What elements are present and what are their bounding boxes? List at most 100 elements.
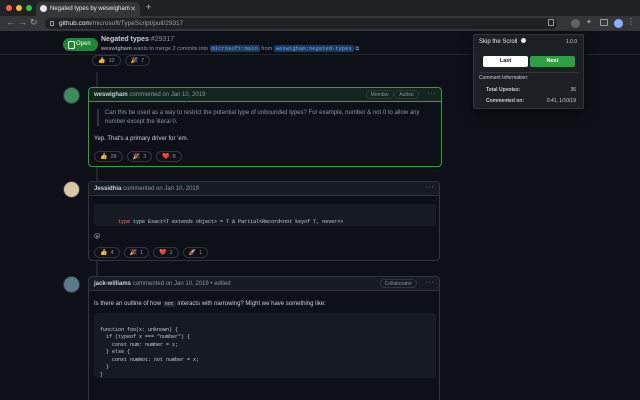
- avatar-jack-williams[interactable]: [63, 276, 80, 293]
- next-button[interactable]: Next: [530, 56, 575, 67]
- top-reactions: 👍 10 🎉 7: [92, 55, 151, 66]
- author-badge: Author: [394, 90, 419, 99]
- window-maximize-button[interactable]: [26, 5, 32, 11]
- reaction-thumbs-up[interactable]: 👍 4: [94, 247, 120, 258]
- heart-icon: ❤️: [159, 250, 167, 256]
- reload-icon[interactable]: ↻: [30, 17, 38, 28]
- timeline-line: [96, 261, 98, 276]
- window-close-button[interactable]: [6, 5, 12, 11]
- thumbs-up-icon: 👍: [100, 154, 108, 160]
- reaction-thumbs-up[interactable]: 👍 10: [92, 55, 121, 66]
- reaction-party[interactable]: 🎉 3: [126, 151, 153, 162]
- extensions-puzzle-icon[interactable]: ✦: [586, 18, 595, 27]
- comment-body: Is there an outline of how not interacts…: [94, 301, 326, 307]
- comment-reactions: 👍 28 🎉 3 ❤️ 8: [94, 151, 182, 162]
- heart-icon: ❤️: [162, 154, 170, 160]
- reaction-thumbs-up[interactable]: 👍 28: [94, 151, 123, 162]
- reaction-count: 1: [140, 249, 144, 256]
- share-icon[interactable]: [548, 19, 554, 26]
- code-line: type Exact<T extends object> = T & Parti…: [133, 218, 344, 225]
- comment-meta: commented on Jan 10, 2019: [123, 186, 200, 192]
- close-tab-icon[interactable]: ✕: [130, 5, 136, 13]
- new-tab-icon[interactable]: +: [146, 2, 151, 12]
- pr-status-text: Open: [76, 41, 91, 47]
- reaction-count: 3: [143, 153, 147, 160]
- reaction-rocket[interactable]: 🚀 1: [182, 247, 209, 258]
- comment-body: Yep. That's a primary driver for 'em.: [94, 136, 189, 142]
- forward-icon[interactable]: →: [18, 17, 27, 27]
- trailing-emoji: 😮: [94, 234, 101, 240]
- comment-jack-williams: jack-williams commented on Jan 10, 2019 …: [88, 276, 440, 400]
- pr-from-text: from: [261, 46, 273, 52]
- comment-header: weswigham commented on Jan 10, 2019 Memb…: [89, 88, 441, 102]
- comment-meta: commented on Jan 10, 2019 • edited: [132, 281, 231, 287]
- more-options-icon[interactable]: ···: [426, 184, 435, 191]
- reaction-heart[interactable]: ❤️ 8: [156, 151, 182, 162]
- code-block: function foo(x: unknown) { if (typeof x …: [94, 313, 436, 378]
- party-icon: 🎉: [130, 58, 139, 64]
- code-line: }: [100, 371, 104, 378]
- comment-jessidhia: Jessidhia commented on Jan 10, 2019 ··· …: [88, 181, 440, 261]
- tab-title: Negated types by weswigham: [50, 6, 130, 12]
- comment-author[interactable]: Jessidhia: [94, 186, 121, 192]
- more-options-icon[interactable]: ···: [426, 279, 435, 286]
- pr-title: Negated types #29317: [101, 36, 174, 43]
- code-line: }: [100, 364, 110, 370]
- more-options-icon[interactable]: ···: [428, 90, 437, 97]
- head-branch[interactable]: weswigham:negated-types: [273, 45, 354, 52]
- rocket-icon: 🚀: [188, 250, 197, 256]
- total-upvotes-label: Total Upvotes:: [486, 87, 521, 93]
- browser-toolbar: ← → ↻ github.com/microsoft/TypeScript/pu…: [0, 16, 640, 31]
- browser-tab[interactable]: Negated types by weswigham ✕: [36, 2, 140, 16]
- reaction-count: 2: [169, 249, 173, 256]
- profile-avatar[interactable]: [614, 19, 623, 28]
- sidebar-icon[interactable]: [600, 19, 608, 26]
- pr-author-link[interactable]: weswigham: [101, 46, 132, 52]
- comment-author[interactable]: jack-williams: [94, 281, 131, 287]
- code-block: type type Exact<T extends object> = T & …: [94, 204, 436, 226]
- reaction-count: 4: [110, 249, 114, 256]
- address-bar[interactable]: github.com/microsoft/TypeScript/pull/293…: [45, 18, 557, 29]
- reaction-party[interactable]: 🎉 1: [123, 247, 150, 258]
- reaction-party[interactable]: 🎉 7: [124, 55, 151, 66]
- comment-weswigham: weswigham commented on Jan 10, 2019 Memb…: [88, 87, 442, 167]
- copy-icon[interactable]: ⧉: [355, 46, 359, 52]
- comment-meta: commented on Jan 10, 2019: [129, 92, 206, 98]
- pr-title-text: Negated types: [101, 36, 149, 43]
- quoted-text: Can this be used as a way to restrict th…: [97, 109, 432, 126]
- pr-status-badge: Open: [63, 38, 98, 51]
- comment-info-label: Comment Information:: [479, 75, 529, 81]
- pr-subtitle: weswigham wants to merge 2 commits into …: [101, 45, 359, 53]
- extension-skip-the-scroll-icon[interactable]: [571, 19, 580, 28]
- base-branch[interactable]: microsoft:main: [209, 45, 260, 52]
- avatar-jessidhia[interactable]: [63, 181, 80, 198]
- member-badge: Member: [365, 90, 394, 99]
- reaction-count: 28: [110, 153, 117, 160]
- reaction-count: 1: [199, 249, 203, 256]
- comment-reactions: 👍 4 🎉 1 ❤️ 2 🚀 1: [94, 247, 209, 258]
- commented-on-label: Commented on:: [486, 98, 525, 104]
- avatar-weswigham[interactable]: [63, 87, 80, 104]
- pr-number: #29317: [150, 36, 175, 43]
- comment-author[interactable]: weswigham: [94, 92, 128, 98]
- code-line: } else {: [100, 349, 131, 355]
- reaction-heart[interactable]: ❤️ 2: [153, 247, 179, 258]
- commented-on-value: 0:41, 1/10/19: [546, 98, 576, 104]
- github-icon: [40, 5, 47, 12]
- party-icon: 🎉: [129, 250, 138, 256]
- browser-tab-strip: Negated types by weswigham ✕ +: [0, 0, 640, 16]
- window-minimize-button[interactable]: [16, 5, 22, 11]
- thumbs-up-icon: 👍: [98, 58, 106, 64]
- timeline-line: [96, 72, 98, 87]
- body-text: interacts with narrowing? Might we have …: [177, 301, 326, 307]
- menu-icon[interactable]: ⋮: [627, 17, 636, 26]
- last-button[interactable]: Last: [483, 56, 528, 67]
- timeline-line: [96, 167, 98, 181]
- code-line: if (typeof x === "number") {: [100, 334, 191, 340]
- extension-title: Skip the Scroll: [479, 39, 518, 45]
- comment-header: jack-williams commented on Jan 10, 2019 …: [89, 277, 439, 291]
- code-line: const numNot: not number = x;: [100, 356, 200, 363]
- github-icon: [521, 38, 527, 43]
- back-icon[interactable]: ←: [6, 17, 15, 27]
- reaction-count: 8: [172, 153, 176, 160]
